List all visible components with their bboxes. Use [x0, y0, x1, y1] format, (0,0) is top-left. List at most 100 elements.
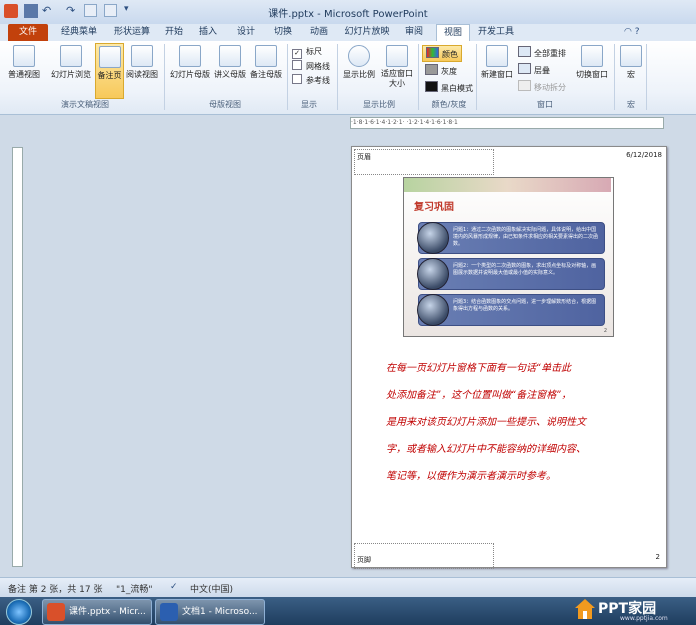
- arrange-all-button[interactable]: 全部重排: [518, 46, 566, 59]
- reading-view-button[interactable]: 阅读视图: [124, 45, 160, 95]
- word-icon: [160, 603, 178, 621]
- switch-window-button[interactable]: 切换窗口: [572, 45, 612, 95]
- tab-file[interactable]: 文件: [8, 24, 48, 41]
- grayscale-swatch-icon: [425, 64, 438, 75]
- notes-master-button[interactable]: 备注母版: [248, 45, 284, 95]
- ruler-checkbox[interactable]: ✓ 标尺: [292, 46, 322, 59]
- slide-thumbnail[interactable]: 复习巩固 问题1：通过二次函数的图象解决实际问题，具体说明，给出中国境内的风暴形…: [403, 177, 614, 337]
- header-placeholder[interactable]: 页眉: [354, 149, 494, 175]
- group-divider: [476, 44, 477, 110]
- start-button-icon[interactable]: [6, 599, 32, 625]
- status-bar: 备注 第 2 张，共 17 张 "1_流畅" ✓ 中文(中国): [0, 577, 696, 598]
- slide-sorter-button[interactable]: 幻灯片浏览: [48, 45, 94, 95]
- zoom-button[interactable]: 显示比例: [340, 45, 378, 95]
- group-label-window: 窗口: [537, 100, 553, 109]
- black-white-swatch-icon: [425, 81, 438, 92]
- notes-page-icon: [98, 46, 121, 68]
- cascade-button[interactable]: 层叠: [518, 63, 550, 76]
- notes-page-label: 备注页: [97, 71, 122, 80]
- window-title: 课件.pptx - Microsoft PowerPoint: [268, 9, 428, 20]
- tab-shape-ops[interactable]: 形状运算: [108, 24, 156, 41]
- vertical-ruler[interactable]: [12, 147, 23, 567]
- black-white-label: 黑白模式: [441, 84, 473, 93]
- color-button[interactable]: 颜色: [422, 45, 462, 62]
- horizontal-ruler[interactable]: ·1·8·1·6·1·4·1·2·1· ·1·2·1·4·1·6·1·8·1: [350, 117, 664, 129]
- tab-insert[interactable]: 插入: [195, 24, 221, 41]
- sphere-icon: [417, 222, 449, 254]
- ribbon: 普通视图 幻灯片浏览 备注页 阅读视图 演示文稿视图 幻灯片母版 讲义母版 备注…: [0, 41, 696, 115]
- new-window-button[interactable]: 新建窗口: [478, 45, 516, 95]
- group-label-macro: 宏: [627, 100, 635, 109]
- slide-master-button[interactable]: 幻灯片母版: [168, 45, 212, 95]
- arrange-all-icon: [518, 46, 531, 57]
- question-box: 问题3：结合函数图象的交点问题，进一步理解数形结合，根据图象得出方程与函数的关系…: [417, 294, 605, 326]
- cascade-label: 层叠: [534, 66, 550, 75]
- reading-view-icon: [131, 45, 153, 67]
- slide-sorter-icon: [60, 45, 82, 67]
- move-split-button[interactable]: 移动拆分: [518, 80, 566, 93]
- fit-window-button[interactable]: 适应窗口大小: [378, 45, 416, 95]
- cascade-icon: [518, 63, 531, 74]
- fit-window-icon: [386, 45, 408, 67]
- tab-review[interactable]: 审阅: [401, 24, 427, 41]
- taskbar-item-label: 文档1 - Microso...: [182, 607, 258, 617]
- move-split-icon: [518, 80, 531, 91]
- group-divider: [418, 44, 419, 110]
- status-page-count: 备注 第 2 张，共 17 张: [8, 585, 103, 595]
- macro-button[interactable]: 宏: [618, 45, 644, 95]
- taskbar-item-powerpoint[interactable]: 课件.pptx - Micr...: [42, 599, 152, 625]
- magnifier-icon: [348, 45, 370, 67]
- group-label-color: 颜色/灰度: [431, 100, 467, 109]
- reading-view-label: 阅读视图: [126, 70, 158, 79]
- slide-master-icon: [179, 45, 201, 67]
- black-white-button[interactable]: 黑白模式: [425, 81, 473, 94]
- taskbar-item-word[interactable]: 文档1 - Microso...: [155, 599, 265, 625]
- notes-line: 处添加备注”，这个位置叫做“备注窗格”，: [386, 390, 572, 401]
- notes-line: 是用来对该页幻灯片添加一些提示、说明性文: [386, 417, 586, 428]
- group-divider: [287, 44, 288, 110]
- tab-design[interactable]: 设计: [233, 24, 259, 41]
- slide-title: 复习巩固: [414, 202, 454, 213]
- house-logo-icon: [574, 598, 596, 620]
- notes-master-icon: [255, 45, 277, 67]
- group-divider: [164, 44, 165, 110]
- new-window-label: 新建窗口: [481, 70, 513, 79]
- guides-label: 参考线: [306, 76, 330, 85]
- guides-checkbox[interactable]: 参考线: [292, 74, 330, 86]
- page-number: 2: [655, 553, 660, 561]
- spellcheck-icon[interactable]: ✓: [170, 582, 178, 592]
- question-text: 问题2：一个类型的二次函数的图象，求出顶点坐标及对称轴，画图展示数据并说明最大值…: [453, 263, 597, 276]
- grayscale-button[interactable]: 灰度: [425, 64, 457, 77]
- footer-text: 页脚: [357, 556, 371, 564]
- group-label-presentation-views: 演示文稿视图: [61, 100, 109, 109]
- new-window-icon: [486, 45, 508, 67]
- tab-developer[interactable]: 开发工具: [474, 24, 518, 41]
- notes-page-button[interactable]: 备注页: [95, 43, 124, 99]
- date-text: 6/12/2018: [626, 151, 662, 159]
- footer-placeholder[interactable]: 页脚: [354, 543, 494, 569]
- help-icon[interactable]: ◠ ?: [624, 27, 640, 37]
- handout-master-button[interactable]: 讲义母版: [212, 45, 248, 95]
- tab-animations[interactable]: 动画: [306, 24, 332, 41]
- gridlines-checkbox[interactable]: 网格线: [292, 60, 330, 72]
- tab-transitions[interactable]: 切换: [270, 24, 296, 41]
- checkbox-icon: [292, 60, 302, 70]
- taskbar: 课件.pptx - Micr... 文档1 - Microso... PPT家园…: [0, 597, 696, 625]
- question-box: 问题1：通过二次函数的图象解决实际问题，具体说明，给出中国境内的风暴形成规律，由…: [417, 222, 605, 254]
- group-label-zoom: 显示比例: [363, 100, 395, 109]
- normal-view-button[interactable]: 普通视图: [6, 45, 42, 95]
- group-divider: [646, 44, 647, 110]
- status-language[interactable]: 中文(中国): [190, 582, 233, 595]
- header-text: 页眉: [357, 153, 371, 161]
- tab-view[interactable]: 视图: [436, 24, 470, 42]
- checkbox-icon: [292, 74, 302, 84]
- notes-text-area[interactable]: 在每一页幻灯片窗格下面有一句话“单击此 处添加备注”，这个位置叫做“备注窗格”，…: [386, 355, 646, 490]
- status-theme[interactable]: "1_流畅": [116, 582, 153, 595]
- tab-classic-menu[interactable]: 经典菜单: [55, 24, 103, 41]
- tab-home[interactable]: 开始: [161, 24, 187, 41]
- arrange-all-label: 全部重排: [534, 49, 566, 58]
- taskbar-item-label: 课件.pptx - Micr...: [69, 607, 146, 617]
- tab-slideshow[interactable]: 幻灯片放映: [342, 24, 392, 41]
- title-bar: ↶ ↷ ▾ 课件.pptx - Microsoft PowerPoint: [0, 0, 696, 25]
- handout-master-icon: [219, 45, 241, 67]
